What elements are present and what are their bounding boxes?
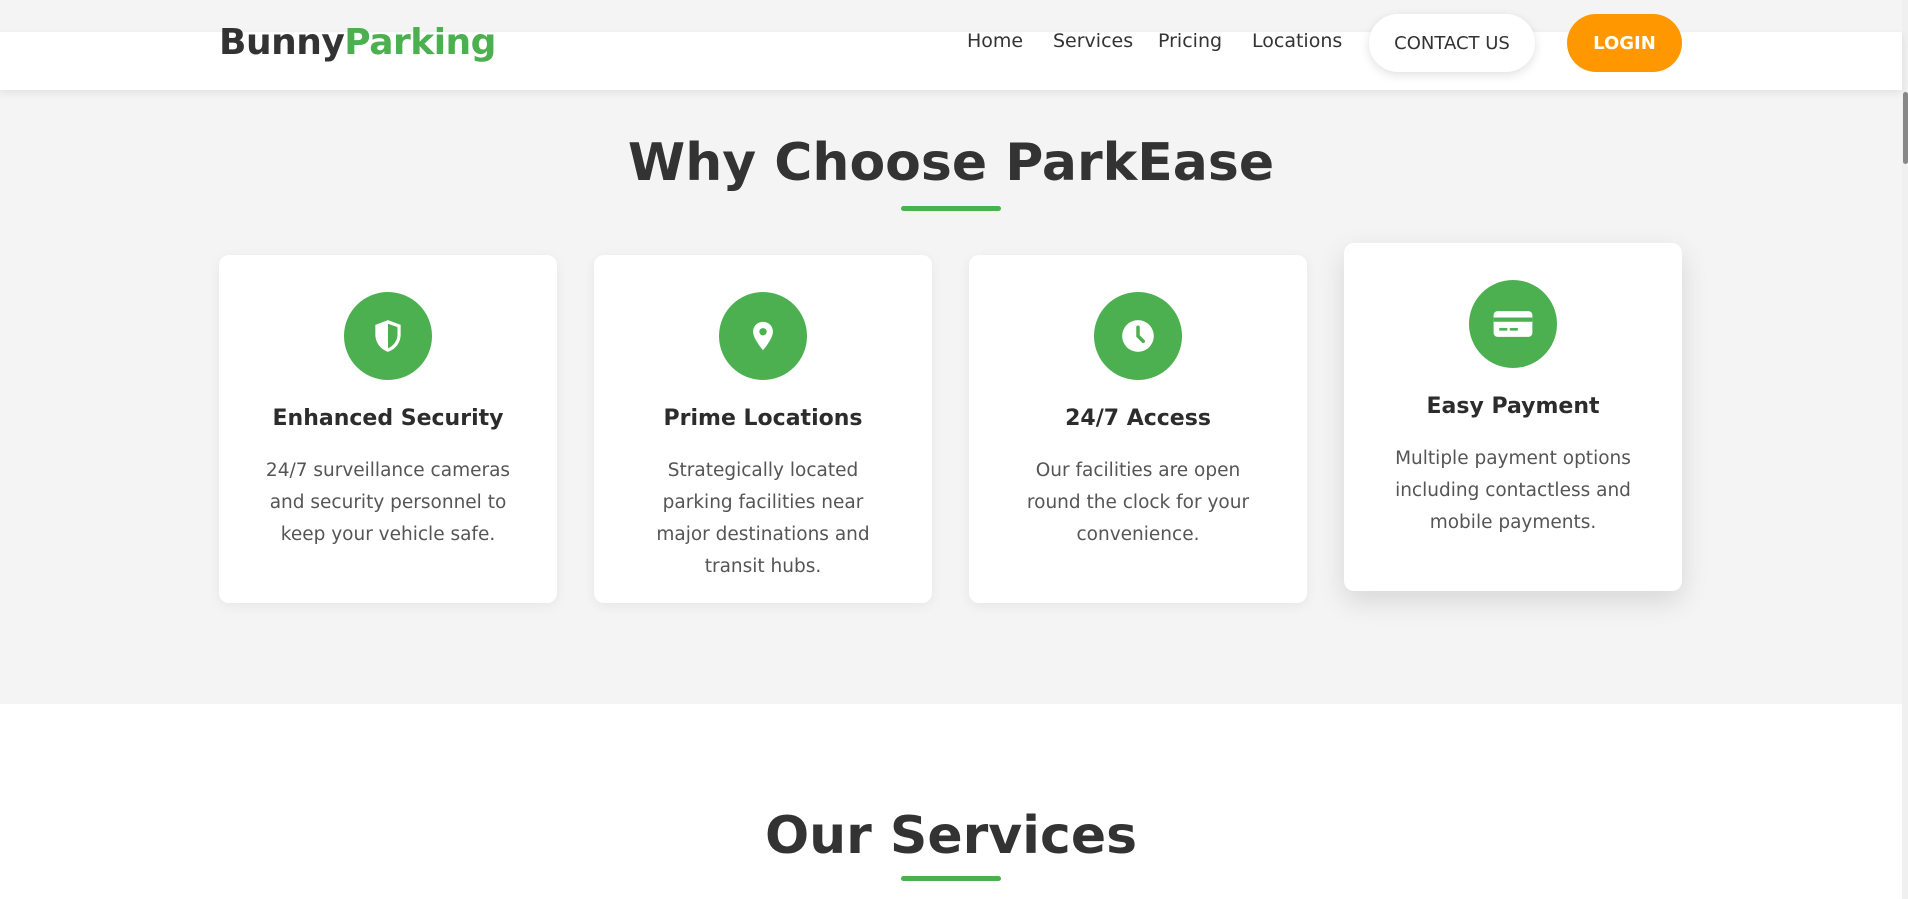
card-title: 24/7 Access [1065,406,1211,431]
site-logo[interactable]: BunnyParking [219,22,496,63]
nav-link-home[interactable]: Home [967,30,1023,52]
card-description: Multiple payment options including conta… [1395,448,1631,533]
card-description: 24/7 surveillance cameras and security p… [265,460,511,545]
our-services-title: Our Services [764,806,1138,866]
map-pin-icon [719,292,807,380]
card-title: Easy Payment [1426,394,1600,419]
scrollbar-thumb[interactable] [1903,92,1908,164]
nav-link-locations[interactable]: Locations [1252,30,1342,52]
card-description: Strategically located parking facilities… [656,460,870,577]
clock-icon [1094,292,1182,380]
card-description: Our facilities are open round the clock … [1026,460,1250,545]
feature-card-access: 24/7 Access Our facilities are open roun… [969,255,1307,603]
logo-text-bunny: Bunny [219,22,345,63]
feature-card-security: Enhanced Security 24/7 surveillance came… [219,255,557,603]
credit-card-icon [1469,280,1557,368]
why-choose-underline [901,206,1001,211]
why-choose-title: Why Choose ParkEase [627,133,1275,193]
logo-text-parking: Parking [344,22,496,63]
page: BunnyParking Home Services Pricing Locat… [0,0,1908,899]
shield-icon [344,292,432,380]
services-section [0,704,1902,899]
page-scrollbar[interactable] [1902,0,1908,899]
our-services-underline [901,876,1001,881]
nav-link-pricing[interactable]: Pricing [1158,30,1222,52]
card-title: Enhanced Security [272,406,504,431]
contact-us-button[interactable]: CONTACT US [1369,14,1535,72]
card-title: Prime Locations [663,406,863,431]
login-button[interactable]: LOGIN [1567,14,1682,72]
nav-link-services[interactable]: Services [1053,30,1133,52]
feature-card-payment: Easy Payment Multiple payment options in… [1344,243,1682,591]
feature-card-locations: Prime Locations Strategically located pa… [594,255,932,603]
